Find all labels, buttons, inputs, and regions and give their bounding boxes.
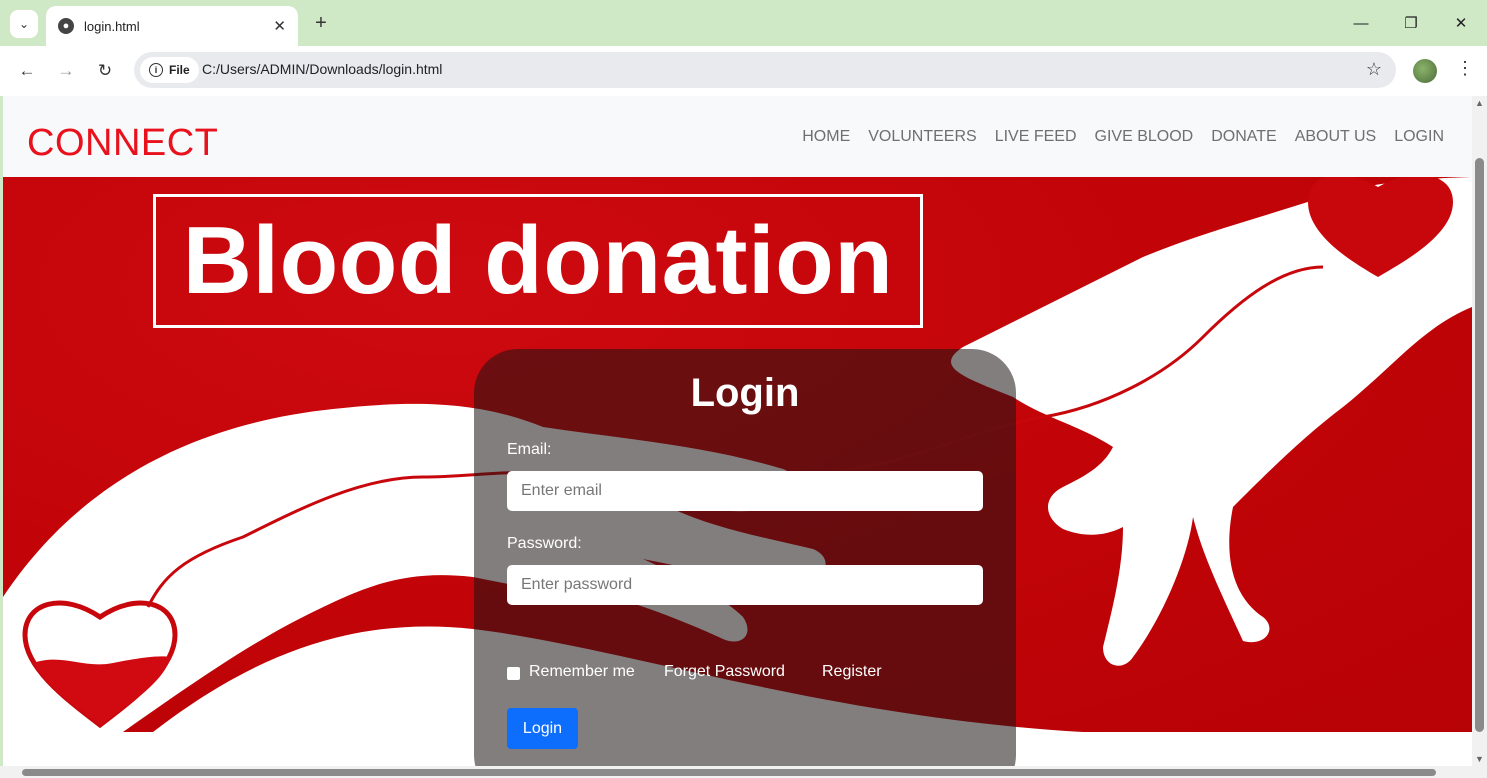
minimize-icon: — [1353, 14, 1369, 32]
horizontal-scroll-thumb[interactable] [22, 769, 1436, 776]
forward-button[interactable]: → [53, 58, 79, 84]
new-tab-button[interactable]: + [308, 10, 334, 36]
nav-live-feed[interactable]: LIVE FEED [995, 128, 1077, 146]
restore-icon: ❐ [1404, 15, 1418, 32]
vertical-scrollbar[interactable]: ▲ ▼ [1472, 96, 1487, 766]
page-viewport: CONNECT HOME VOLUNTEERS LIVE FEED GIVE B… [3, 96, 1472, 766]
remember-me-checkbox[interactable] [507, 667, 520, 680]
tab-close-icon[interactable]: ✕ [273, 17, 286, 35]
nav-about-us[interactable]: ABOUT US [1295, 128, 1377, 146]
url-text[interactable]: C:/Users/ADMIN/Downloads/login.html [202, 61, 442, 77]
site-navbar: CONNECT HOME VOLUNTEERS LIVE FEED GIVE B… [3, 96, 1472, 177]
scroll-up-icon[interactable]: ▲ [1475, 98, 1484, 108]
password-label: Password: [507, 535, 582, 552]
forget-password-link[interactable]: Forget Password [664, 663, 785, 681]
tab-title: login.html [84, 18, 140, 34]
browser-tab[interactable]: ● login.html ✕ [46, 6, 298, 46]
browser-toolbar: ← → ↻ i File C:/Users/ADMIN/Downloads/lo… [0, 46, 1487, 96]
info-icon: i [149, 63, 163, 77]
back-button[interactable]: ← [14, 58, 40, 84]
email-label: Email: [507, 441, 552, 458]
close-icon: ✕ [1454, 15, 1468, 32]
chevron-down-icon: ⌄ [18, 17, 30, 31]
arrow-left-icon: ← [18, 61, 36, 80]
minimize-button[interactable]: — [1338, 8, 1384, 38]
site-info-chip[interactable]: i File [140, 57, 199, 83]
main-menu: HOME VOLUNTEERS LIVE FEED GIVE BLOOD DON… [802, 128, 1444, 146]
nav-volunteers[interactable]: VOLUNTEERS [868, 128, 976, 146]
register-link[interactable]: Register [822, 663, 882, 681]
plus-icon: + [315, 11, 327, 34]
tab-search-button[interactable]: ⌄ [10, 10, 38, 38]
hero-title-box: Blood donation [153, 194, 923, 328]
browser-tab-bar: ⌄ ● login.html ✕ + — ❐ ✕ [0, 0, 1487, 46]
profile-avatar[interactable] [1413, 59, 1437, 83]
close-window-button[interactable]: ✕ [1438, 8, 1484, 38]
hero-title: Blood donation [182, 207, 894, 314]
nav-login[interactable]: LOGIN [1394, 128, 1444, 146]
email-input[interactable] [507, 471, 983, 511]
login-options-row: Remember me Forget Password Register [507, 663, 967, 683]
nav-home[interactable]: HOME [802, 128, 850, 146]
remember-me-label[interactable]: Remember me [529, 663, 635, 681]
scroll-down-icon[interactable]: ▼ [1475, 754, 1484, 764]
login-card: Login Email: Password: Remember me Forge… [474, 349, 1016, 766]
password-input[interactable] [507, 565, 983, 605]
site-chip-label: File [169, 63, 190, 77]
brand-logo[interactable]: CONNECT [27, 122, 218, 165]
globe-icon: ● [58, 18, 74, 34]
reload-button[interactable]: ↻ [92, 58, 118, 84]
nav-donate[interactable]: DONATE [1211, 128, 1276, 146]
arrow-right-icon: → [57, 61, 75, 80]
horizontal-scrollbar[interactable] [0, 766, 1487, 778]
bookmark-star-icon[interactable]: ☆ [1366, 59, 1382, 80]
address-bar[interactable]: i File C:/Users/ADMIN/Downloads/login.ht… [134, 52, 1396, 88]
nav-give-blood[interactable]: GIVE BLOOD [1095, 128, 1194, 146]
login-title: Login [690, 371, 800, 415]
login-submit-button[interactable]: Login [507, 708, 578, 749]
restore-button[interactable]: ❐ [1388, 8, 1434, 38]
reload-icon: ↻ [97, 61, 113, 80]
vertical-scroll-thumb[interactable] [1475, 158, 1484, 732]
browser-menu-icon[interactable]: ⋮ [1456, 58, 1474, 79]
